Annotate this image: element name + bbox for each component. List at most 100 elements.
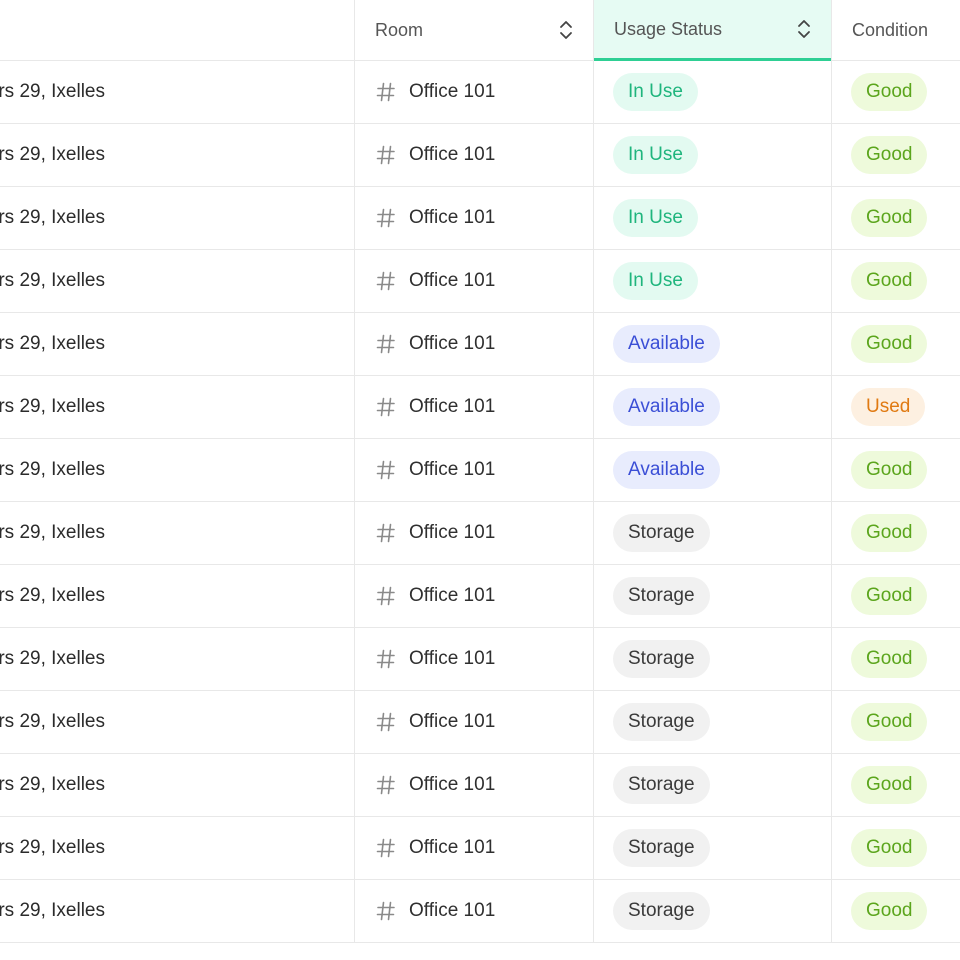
usage-status-badge[interactable]: Storage xyxy=(613,829,710,867)
usage-status-badge[interactable]: Storage xyxy=(613,892,710,930)
condition-cell[interactable]: Good xyxy=(831,61,960,123)
header-address-cell xyxy=(0,0,354,60)
sort-updown-icon[interactable] xyxy=(797,18,811,40)
hash-icon xyxy=(376,775,395,795)
condition-badge[interactable]: Good xyxy=(851,136,928,174)
condition-badge[interactable]: Good xyxy=(851,577,928,615)
table-row[interactable]: rs 29, Ixelles Office 101 Storage Good xyxy=(0,817,960,880)
usage-status-badge[interactable]: Storage xyxy=(613,577,710,615)
condition-badge[interactable]: Good xyxy=(851,829,928,867)
usage-status-badge[interactable]: In Use xyxy=(613,199,698,237)
usage-status-badge[interactable]: Storage xyxy=(613,766,710,804)
condition-cell[interactable]: Good xyxy=(831,691,960,753)
room-cell[interactable]: Office 101 xyxy=(354,250,593,312)
room-cell[interactable]: Office 101 xyxy=(354,187,593,249)
room-cell[interactable]: Office 101 xyxy=(354,754,593,816)
usage-status-cell[interactable]: Available xyxy=(593,439,831,501)
usage-status-badge[interactable]: In Use xyxy=(613,262,698,300)
condition-cell[interactable]: Good xyxy=(831,124,960,186)
table-row[interactable]: rs 29, Ixelles Office 101 In Use Good xyxy=(0,187,960,250)
condition-badge[interactable]: Good xyxy=(851,199,928,237)
usage-status-cell[interactable]: Storage xyxy=(593,691,831,753)
usage-status-cell[interactable]: Storage xyxy=(593,817,831,879)
room-cell[interactable]: Office 101 xyxy=(354,502,593,564)
usage-status-cell[interactable]: Available xyxy=(593,376,831,438)
condition-cell[interactable]: Good xyxy=(831,502,960,564)
condition-cell[interactable]: Used xyxy=(831,376,960,438)
table-row[interactable]: rs 29, Ixelles Office 101 In Use Good xyxy=(0,250,960,313)
usage-status-cell[interactable]: In Use xyxy=(593,124,831,186)
table-row[interactable]: rs 29, Ixelles Office 101 Storage Good xyxy=(0,565,960,628)
condition-cell[interactable]: Good xyxy=(831,754,960,816)
address-cell: rs 29, Ixelles xyxy=(0,502,354,564)
condition-cell[interactable]: Good xyxy=(831,628,960,690)
usage-status-badge[interactable]: Storage xyxy=(613,703,710,741)
sort-updown-icon[interactable] xyxy=(559,19,573,41)
usage-status-cell[interactable]: Storage xyxy=(593,880,831,942)
table-row[interactable]: rs 29, Ixelles Office 101 In Use Good xyxy=(0,124,960,187)
address-cell: rs 29, Ixelles xyxy=(0,880,354,942)
table-row[interactable]: rs 29, Ixelles Office 101 Storage Good xyxy=(0,628,960,691)
condition-cell[interactable]: Good xyxy=(831,439,960,501)
header-room-cell[interactable]: Room xyxy=(355,0,593,60)
room-cell[interactable]: Office 101 xyxy=(354,313,593,375)
header-condition[interactable]: Condition xyxy=(831,0,960,60)
table-row[interactable]: rs 29, Ixelles Office 101 Storage Good xyxy=(0,691,960,754)
table-row[interactable]: rs 29, Ixelles Office 101 Available Good xyxy=(0,439,960,502)
usage-status-badge[interactable]: Available xyxy=(613,451,720,489)
usage-status-cell[interactable]: Storage xyxy=(593,502,831,564)
room-cell[interactable]: Office 101 xyxy=(354,628,593,690)
table-row[interactable]: rs 29, Ixelles Office 101 Storage Good xyxy=(0,880,960,943)
room-cell[interactable]: Office 101 xyxy=(354,376,593,438)
usage-status-badge[interactable]: Storage xyxy=(613,514,710,552)
table-row[interactable]: rs 29, Ixelles Office 101 Available Good xyxy=(0,313,960,376)
usage-status-cell[interactable]: In Use xyxy=(593,61,831,123)
condition-badge[interactable]: Good xyxy=(851,766,928,804)
address-cell: rs 29, Ixelles xyxy=(0,250,354,312)
header-room[interactable]: Room xyxy=(354,0,593,60)
condition-badge[interactable]: Good xyxy=(851,892,928,930)
usage-status-cell[interactable]: Storage xyxy=(593,754,831,816)
usage-status-badge[interactable]: In Use xyxy=(613,136,698,174)
condition-badge[interactable]: Good xyxy=(851,703,928,741)
usage-status-badge[interactable]: Available xyxy=(613,325,720,363)
room-text: Office 101 xyxy=(409,207,496,228)
room-cell[interactable]: Office 101 xyxy=(354,565,593,627)
condition-badge[interactable]: Good xyxy=(851,640,928,678)
usage-status-cell[interactable]: Available xyxy=(593,313,831,375)
header-condition-cell[interactable]: Condition xyxy=(832,0,960,60)
room-cell[interactable]: Office 101 xyxy=(354,61,593,123)
condition-cell[interactable]: Good xyxy=(831,313,960,375)
usage-status-cell[interactable]: In Use xyxy=(593,250,831,312)
room-cell[interactable]: Office 101 xyxy=(354,439,593,501)
condition-cell[interactable]: Good xyxy=(831,187,960,249)
table-row[interactable]: rs 29, Ixelles Office 101 Storage Good xyxy=(0,754,960,817)
header-usage-status[interactable]: Usage Status xyxy=(593,0,831,61)
condition-cell[interactable]: Good xyxy=(831,880,960,942)
usage-status-badge[interactable]: Storage xyxy=(613,640,710,678)
condition-cell[interactable]: Good xyxy=(831,565,960,627)
hash-icon xyxy=(376,586,395,606)
header-usage-status-cell[interactable]: Usage Status xyxy=(594,0,831,61)
table-row[interactable]: rs 29, Ixelles Office 101 Storage Good xyxy=(0,502,960,565)
room-cell[interactable]: Office 101 xyxy=(354,817,593,879)
condition-cell[interactable]: Good xyxy=(831,817,960,879)
condition-badge[interactable]: Good xyxy=(851,514,928,552)
table-row[interactable]: rs 29, Ixelles Office 101 In Use Good xyxy=(0,61,960,124)
condition-badge[interactable]: Good xyxy=(851,325,928,363)
usage-status-cell[interactable]: Storage xyxy=(593,565,831,627)
room-cell[interactable]: Office 101 xyxy=(354,880,593,942)
room-cell[interactable]: Office 101 xyxy=(354,124,593,186)
usage-status-badge[interactable]: In Use xyxy=(613,73,698,111)
room-cell[interactable]: Office 101 xyxy=(354,691,593,753)
usage-status-cell[interactable]: In Use xyxy=(593,187,831,249)
usage-status-badge[interactable]: Available xyxy=(613,388,720,426)
table-row[interactable]: rs 29, Ixelles Office 101 Available Used xyxy=(0,376,960,439)
condition-badge[interactable]: Good xyxy=(851,262,928,300)
room-text: Office 101 xyxy=(409,711,496,732)
condition-badge[interactable]: Used xyxy=(851,388,926,426)
condition-badge[interactable]: Good xyxy=(851,73,928,111)
condition-cell[interactable]: Good xyxy=(831,250,960,312)
condition-badge[interactable]: Good xyxy=(851,451,928,489)
usage-status-cell[interactable]: Storage xyxy=(593,628,831,690)
